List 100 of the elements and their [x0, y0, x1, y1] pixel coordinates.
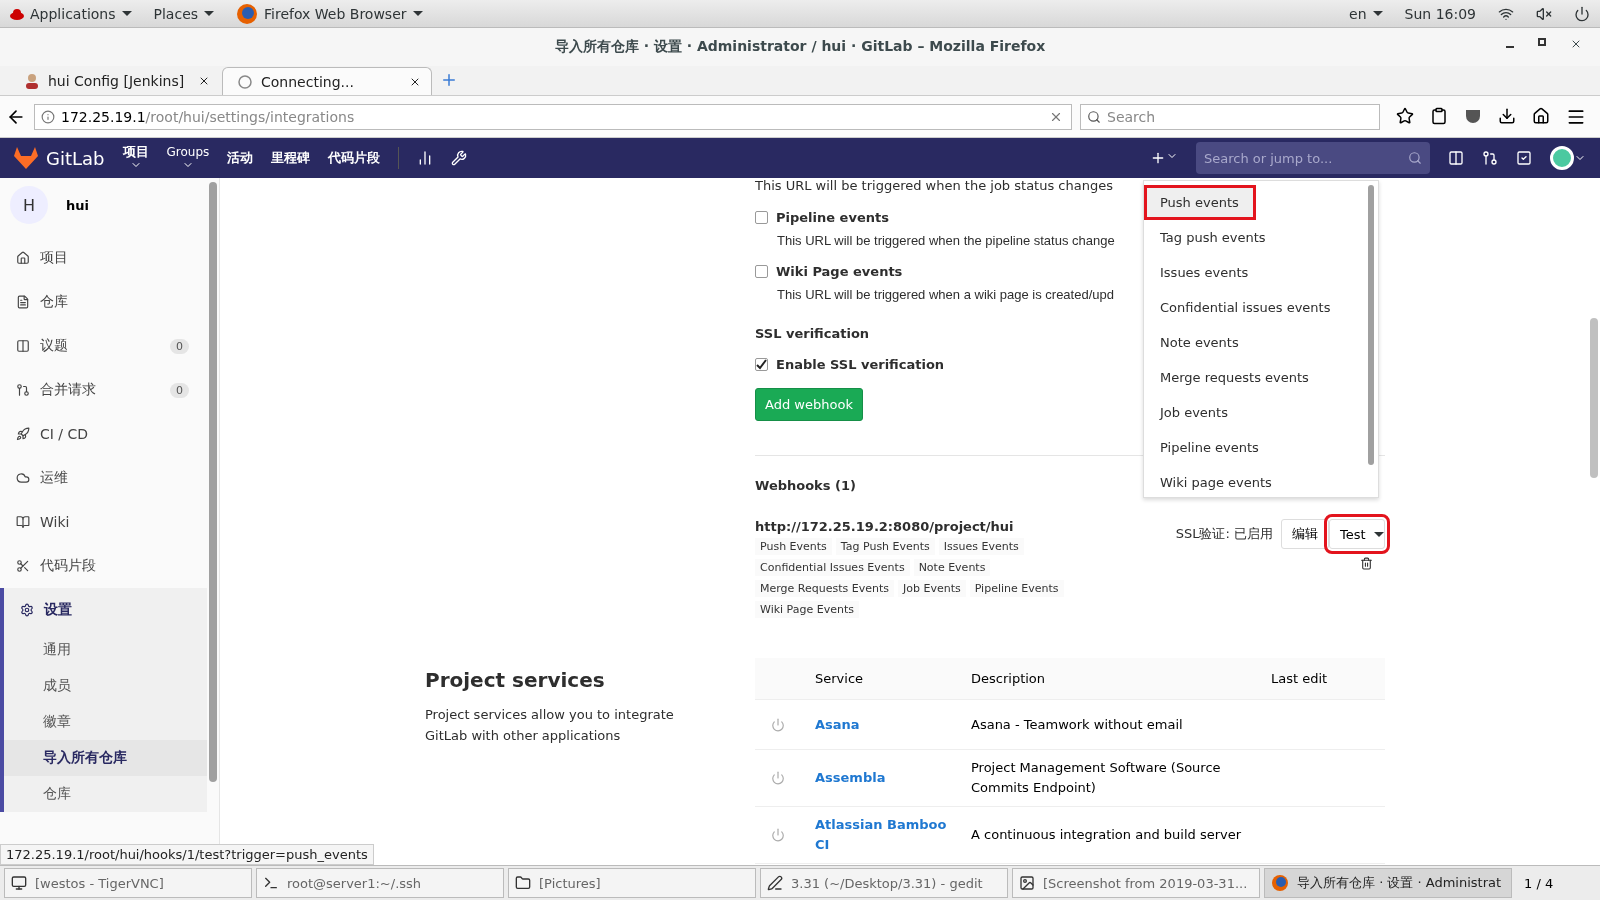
help-text: This URL will be triggered when the job status changes — [755, 178, 1113, 194]
check-icon — [756, 359, 767, 370]
nav-item[interactable]: 里程碑 — [271, 151, 311, 165]
home-icon — [16, 251, 30, 265]
nav-item[interactable]: 活动 — [227, 151, 254, 165]
scissors-icon — [16, 559, 30, 573]
terminal-icon — [263, 875, 279, 891]
search-field[interactable]: Search — [1080, 103, 1380, 130]
rocket-icon — [16, 427, 30, 441]
count-badge: 0 — [170, 338, 189, 354]
sidebar-item[interactable]: 设置 — [0, 588, 207, 632]
search-icon — [1087, 109, 1101, 124]
trash-icon[interactable] — [1360, 557, 1373, 570]
workspace-pager[interactable]: 1 / 4 — [1524, 875, 1554, 891]
event-tag: Note Events — [913, 559, 991, 576]
nav-item[interactable]: 代码片段 — [328, 151, 381, 165]
power-icon — [771, 828, 785, 842]
clipboard-icon[interactable] — [1430, 106, 1448, 125]
browser-tab[interactable]: Connecting... — [222, 67, 432, 95]
browser-tab[interactable]: hui Config [Jenkins] — [10, 67, 220, 95]
merge-request-icon[interactable] — [1482, 150, 1498, 166]
count-badge: 0 — [170, 382, 189, 398]
scrollbar[interactable] — [1590, 318, 1598, 478]
power-icon[interactable] — [1574, 5, 1590, 22]
project-avatar: H — [10, 186, 48, 224]
taskbar-item[interactable]: [Pictures] — [508, 868, 756, 898]
power-icon — [771, 771, 785, 785]
table-cell-text: Project Management Software (Source Commits Endpoint) — [971, 759, 1222, 797]
window-title: 导入所有仓库 · 设置 · Administrator / hui · GitLab – Mozilla Firefox — [554, 38, 1046, 56]
home-icon[interactable] — [1532, 106, 1550, 125]
service-link[interactable]: Atlassian Bamboo CI — [815, 807, 971, 863]
sidebar-subitem[interactable]: 通用 — [0, 632, 207, 668]
sidebar-item[interactable]: 议题 0 — [0, 324, 207, 368]
checkbox[interactable]: Pipeline events — [755, 210, 889, 225]
sidebar-item[interactable]: 仓库 — [0, 280, 207, 324]
taskbar-item[interactable]: 3.31 (~/Desktop/3.31) - gedit — [760, 868, 1008, 898]
sidebar-item[interactable]: Wiki — [0, 500, 207, 544]
new-tab-icon[interactable] — [440, 71, 458, 89]
top-menu[interactable]: Places — [153, 5, 215, 22]
menu-item[interactable]: Wiki page events — [1144, 465, 1364, 497]
event-tag: Merge Requests Events — [755, 580, 894, 597]
checkbox[interactable]: Wiki Page events — [755, 264, 903, 279]
search-field[interactable]: Search or jump to... — [1196, 142, 1430, 174]
sidebar-item[interactable]: 合并请求 0 — [0, 368, 207, 412]
wrench-icon[interactable] — [451, 150, 468, 166]
sidebar-item[interactable]: 项目 — [0, 236, 207, 280]
column-header: Service — [815, 669, 865, 688]
event-tag: Job Events — [898, 580, 966, 597]
search-icon — [1408, 151, 1422, 165]
service-link[interactable]: Assembla — [815, 760, 971, 796]
top-menu[interactable]: Applications — [10, 5, 132, 22]
loading-icon — [237, 73, 253, 90]
pen-icon — [767, 875, 783, 891]
info-icon[interactable] — [41, 109, 55, 124]
event-tag: Wiki Page Events — [755, 601, 859, 618]
url-field[interactable]: 172.25.19.1/root/hui/settings/integrations — [34, 103, 1072, 130]
download-icon[interactable] — [1498, 106, 1516, 125]
taskbar-item[interactable]: 导入所有仓库 · 设置 · Administrat — [1264, 868, 1512, 898]
menu-item[interactable]: Push events — [1144, 185, 1256, 220]
event-tag: Tag Push Events — [835, 538, 935, 555]
scrollbar[interactable] — [209, 182, 217, 782]
monitor-icon — [11, 875, 27, 891]
user-avatar[interactable] — [1550, 146, 1586, 170]
event-tag: Push Events — [755, 538, 832, 555]
checkbox[interactable]: Enable SSL verification — [755, 357, 945, 372]
settings-icon — [20, 603, 34, 617]
volume-muted-icon — [1536, 5, 1552, 22]
column-header: Last edit — [1271, 669, 1329, 688]
help-text: This URL will be triggered when the pipeline status change — [777, 233, 1115, 248]
sidebar-item[interactable]: CI / CD — [0, 412, 207, 456]
help-text: This URL will be triggered when a wiki page is created/upd — [777, 287, 1114, 302]
sidebar-item[interactable]: 代码片段 — [0, 544, 207, 588]
sidebar-subitem[interactable]: 徽章 — [0, 704, 207, 740]
event-tag: Pipeline Events — [969, 580, 1064, 597]
sidebar-subitem[interactable]: 导入所有仓库 — [0, 740, 207, 776]
close-icon[interactable] — [1570, 38, 1582, 50]
taskbar-item[interactable]: [Screenshot from 2019-03-31... — [1012, 868, 1260, 898]
todo-icon[interactable] — [1516, 150, 1532, 166]
nav-item[interactable]: 项目 — [122, 145, 149, 171]
new-menu-icon[interactable] — [1150, 150, 1178, 166]
service-link[interactable]: Asana — [815, 706, 971, 743]
fox-logo-icon — [14, 147, 38, 169]
section-description: Project services allow you to integrate GitLab with other applications — [425, 706, 675, 745]
edit-button[interactable]: 编辑 — [1281, 519, 1329, 549]
star-icon[interactable] — [1396, 106, 1414, 125]
close-tab-icon[interactable] — [198, 75, 210, 87]
nav-item[interactable]: Groups — [166, 145, 210, 171]
sidebar-item[interactable]: 运维 — [0, 456, 207, 500]
taskbar-item[interactable]: root@server1:~/.ssh — [256, 868, 504, 898]
maximize-icon[interactable] — [1538, 38, 1546, 46]
image-icon — [1019, 875, 1035, 891]
top-menu[interactable]: Firefox Web Browser — [236, 2, 423, 25]
sidebar-subitem[interactable]: 仓库 — [0, 776, 207, 812]
merge-request-icon — [16, 383, 30, 397]
language-menu[interactable]: en — [1349, 5, 1383, 22]
sidebar-subitem[interactable]: 成员 — [0, 668, 207, 704]
taskbar-item[interactable]: [westos - TigerVNC] — [4, 868, 252, 898]
file-icon — [16, 295, 30, 309]
book-icon — [16, 515, 30, 529]
person-icon — [24, 73, 40, 89]
